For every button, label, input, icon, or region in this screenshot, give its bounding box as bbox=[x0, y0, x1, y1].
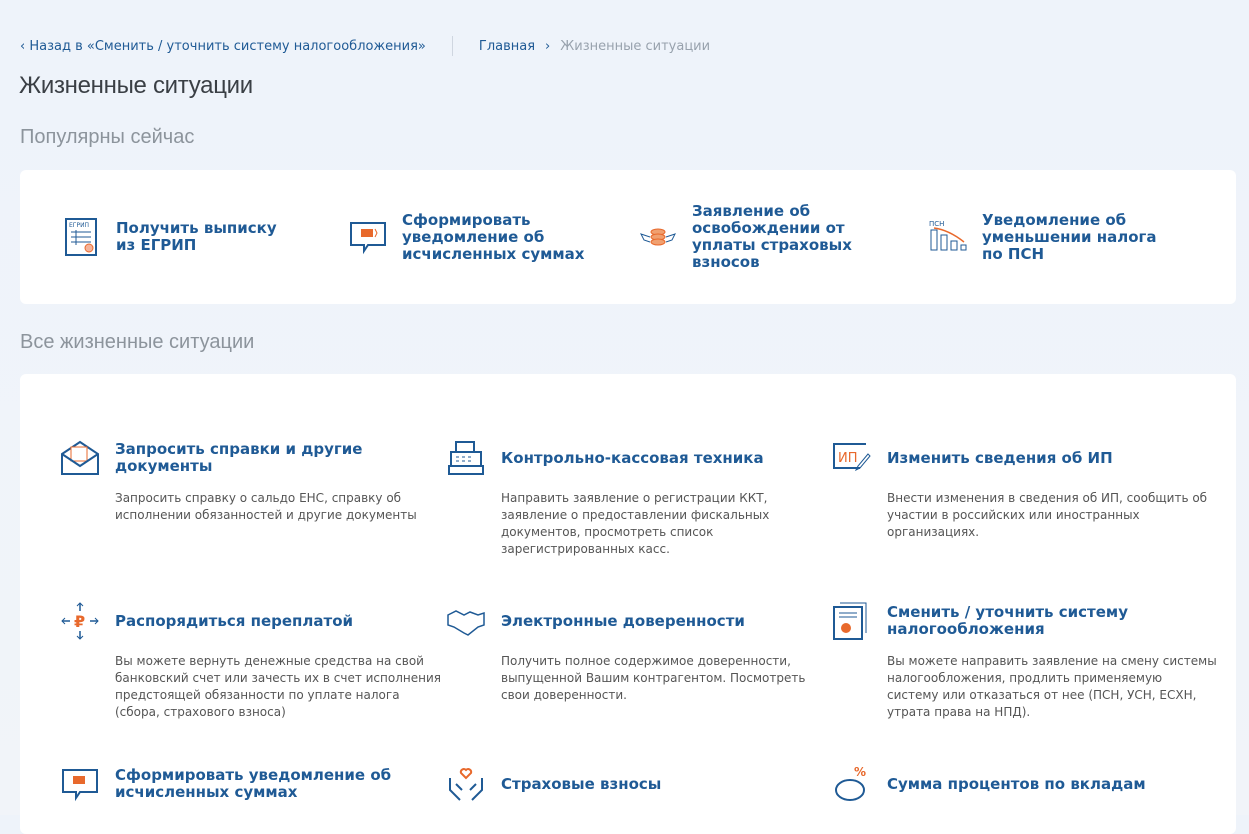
svg-text:ЕГРИП: ЕГРИП bbox=[69, 222, 89, 229]
tax-system-document-icon bbox=[833, 602, 867, 640]
situation-item[interactable]: % Сумма процентов по вкладам bbox=[832, 764, 1182, 816]
situation-item[interactable]: Запросить справки и другие документы Зап… bbox=[60, 438, 417, 524]
popular-item-notification[interactable]: Сформировать уведомление об исчисленных … bbox=[348, 170, 612, 304]
breadcrumb: ‹ Назад в «Сменить / уточнить систему на… bbox=[20, 36, 710, 56]
chevron-right-icon: › bbox=[545, 38, 551, 54]
situation-item[interactable]: ИП Изменить сведения об ИП Внести изменен… bbox=[832, 438, 1207, 541]
egrip-document-icon: ЕГРИП bbox=[65, 218, 97, 256]
svg-text:ИП: ИП bbox=[838, 451, 858, 466]
psn-chart-icon: ПСН bbox=[929, 220, 967, 251]
ip-edit-icon: ИП bbox=[833, 443, 871, 472]
popular-card: ЕГРИП Получить выписку из ЕГРИП Сформиро… bbox=[20, 170, 1236, 304]
breadcrumb-current: Жизненные ситуации bbox=[560, 38, 711, 54]
back-link[interactable]: ‹ Назад в «Сменить / уточнить систему на… bbox=[20, 39, 426, 54]
situation-item[interactable]: Сменить / уточнить систему налогообложен… bbox=[832, 601, 1217, 721]
svg-text:ПСН: ПСН bbox=[929, 220, 944, 228]
popular-item-psn[interactable]: ПСН Уведомление об уменьшении налога по … bbox=[928, 170, 1182, 304]
chevron-left-icon: ‹ bbox=[20, 38, 30, 54]
coins-wings-icon bbox=[640, 228, 676, 246]
divider bbox=[451, 36, 453, 56]
hands-heart-icon bbox=[449, 768, 483, 801]
chat-card-icon bbox=[350, 222, 386, 255]
situation-item[interactable]: ₽ Распорядиться переплатой Вы можете верн… bbox=[60, 601, 441, 721]
svg-text:%: % bbox=[854, 765, 866, 779]
envelope-icon bbox=[61, 440, 99, 475]
popular-item-insurance-exemption[interactable]: Заявление об освобождении от уплаты стра… bbox=[638, 170, 862, 304]
popular-heading: Популярны сейчас bbox=[20, 126, 195, 148]
all-situations-card: Запросить справки и другие документы Зап… bbox=[20, 374, 1236, 834]
situation-item[interactable]: Контрольно-кассовая техника Направить за… bbox=[446, 438, 796, 558]
popular-item-egrip[interactable]: ЕГРИП Получить выписку из ЕГРИП bbox=[62, 170, 286, 304]
all-heading: Все жизненные ситуации bbox=[20, 331, 255, 353]
svg-text:₽: ₽ bbox=[74, 612, 85, 631]
handshake-icon bbox=[447, 610, 485, 636]
piggy-bank-icon: % bbox=[835, 765, 866, 801]
chat-card-icon bbox=[62, 769, 98, 802]
page-title: Жизненные ситуации bbox=[19, 72, 253, 99]
situation-item[interactable]: Страховые взносы bbox=[446, 764, 796, 816]
situation-item[interactable]: Сформировать уведомление об исчисленных … bbox=[60, 764, 410, 816]
situation-item[interactable]: Электронные доверенности Получить полное… bbox=[446, 601, 805, 704]
ruble-arrows-icon: ₽ bbox=[61, 602, 99, 640]
breadcrumb-home[interactable]: Главная bbox=[479, 39, 535, 54]
cash-register-icon bbox=[448, 441, 484, 475]
